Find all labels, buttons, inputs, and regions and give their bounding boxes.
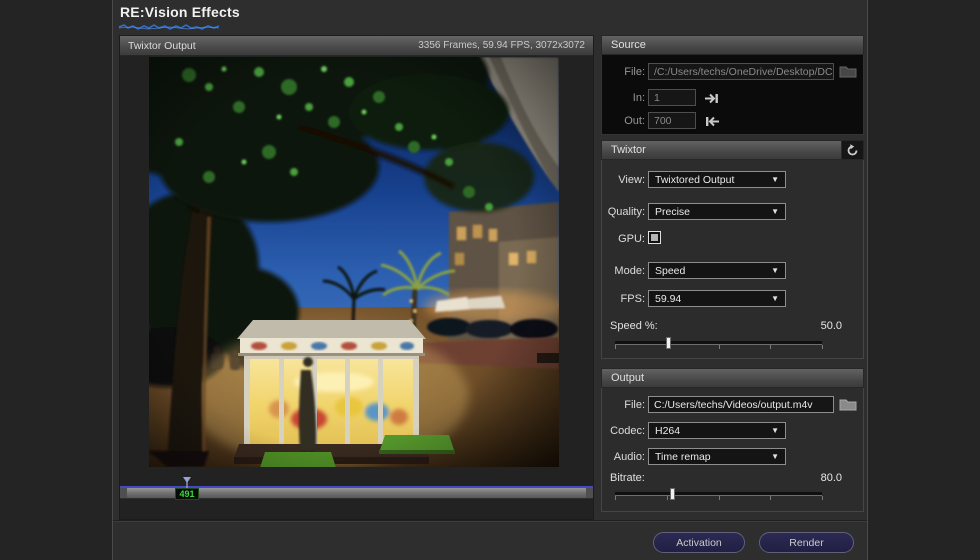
fps-label: FPS:	[602, 293, 645, 305]
output-file-value: C:/Users/techs/Videos/output.m4v	[654, 399, 813, 411]
output-group: Output File: C:/Users/techs/Videos/outpu…	[601, 368, 864, 512]
chevron-down-icon: ▼	[771, 208, 779, 216]
chevron-down-icon: ▼	[771, 427, 779, 435]
folder-icon	[839, 64, 857, 78]
quality-value: Precise	[655, 206, 690, 218]
speed-slider[interactable]	[615, 337, 822, 351]
twixtor-title: Twixtor	[611, 144, 646, 156]
speed-slider-handle[interactable]	[666, 337, 671, 349]
output-title: Output	[611, 372, 644, 384]
speed-value: 50.0	[821, 320, 842, 332]
source-in-label: In:	[602, 92, 645, 104]
codec-dropdown[interactable]: H264 ▼	[648, 422, 786, 439]
twixtor-reset-button[interactable]	[841, 141, 863, 159]
twixtor-header: Twixtor	[601, 140, 864, 160]
view-value: Twixtored Output	[655, 174, 734, 186]
app-window: RE:Vision Effects Twixtor Output 3356 Fr…	[112, 0, 868, 560]
source-file-label: File:	[602, 66, 645, 78]
gpu-checkbox[interactable]	[648, 231, 661, 244]
render-button[interactable]: Render	[759, 532, 854, 553]
source-out-value: 700	[654, 115, 672, 127]
output-header: Output	[601, 368, 864, 388]
source-browse-button[interactable]	[838, 63, 858, 79]
fps-value: 59.94	[655, 293, 681, 305]
codec-value: H264	[655, 425, 680, 437]
logo-underline-squiggle	[118, 23, 220, 31]
source-in-field[interactable]: 1	[648, 89, 696, 106]
bottom-bar: Activation Render	[113, 520, 867, 560]
source-file-field[interactable]: /C:/Users/techs/OneDrive/Desktop/DCIM/DJ…	[648, 63, 834, 80]
audio-label: Audio:	[602, 451, 645, 463]
activation-button[interactable]: Activation	[653, 532, 745, 553]
chevron-down-icon: ▼	[771, 453, 779, 461]
bitrate-label: Bitrate:	[610, 472, 645, 484]
speed-label: Speed %:	[610, 320, 658, 332]
preview-image	[149, 57, 559, 467]
chevron-down-icon: ▼	[771, 295, 779, 303]
folder-icon	[839, 397, 857, 411]
source-out-field[interactable]: 700	[648, 112, 696, 129]
output-file-field[interactable]: C:/Users/techs/Videos/output.m4v	[648, 396, 834, 413]
mode-value: Speed	[655, 265, 685, 277]
speed-slider-track[interactable]	[615, 341, 822, 344]
bitrate-value: 80.0	[821, 472, 842, 484]
preview-title: Twixtor Output	[128, 40, 196, 52]
bitrate-slider-track[interactable]	[615, 492, 822, 495]
view-dropdown[interactable]: Twixtored Output ▼	[648, 171, 786, 188]
bitrate-slider-handle[interactable]	[670, 488, 675, 500]
source-group: Source File: /C:/Users/techs/OneDrive/De…	[601, 35, 864, 135]
audio-dropdown[interactable]: Time remap ▼	[648, 448, 786, 465]
quality-dropdown[interactable]: Precise ▼	[648, 203, 786, 220]
quality-label: Quality:	[602, 206, 645, 218]
skip-to-out-icon	[704, 116, 720, 127]
mode-label: Mode:	[602, 265, 645, 277]
twixtor-group: Twixtor View: Twixtored Output ▼ Quality…	[601, 140, 864, 359]
fps-dropdown[interactable]: 59.94 ▼	[648, 290, 786, 307]
chevron-down-icon: ▼	[771, 267, 779, 275]
source-title: Source	[611, 39, 646, 51]
set-in-button[interactable]	[702, 90, 722, 106]
chevron-down-icon: ▼	[771, 176, 779, 184]
app-logo: RE:Vision Effects	[120, 4, 240, 20]
clip-info: 3356 Frames, 59.94 FPS, 3072x3072	[418, 40, 585, 51]
gpu-label: GPU:	[602, 233, 645, 245]
preview-titlebar: Twixtor Output 3356 Frames, 59.94 FPS, 3…	[120, 36, 593, 56]
audio-value: Time remap	[655, 451, 711, 463]
output-browse-button[interactable]	[838, 396, 858, 412]
reset-icon	[846, 144, 859, 157]
set-out-button[interactable]	[702, 113, 722, 129]
codec-label: Codec:	[602, 425, 645, 437]
bitrate-slider[interactable]	[615, 488, 822, 502]
source-in-value: 1	[654, 92, 660, 104]
output-file-label: File:	[602, 399, 645, 411]
skip-to-in-icon	[704, 93, 720, 104]
source-out-label: Out:	[602, 115, 645, 127]
playhead-frame-label: 491	[175, 488, 199, 500]
mode-dropdown[interactable]: Speed ▼	[648, 262, 786, 279]
source-header: Source	[601, 35, 864, 55]
night-square-scene	[149, 57, 559, 467]
view-label: View:	[602, 174, 645, 186]
source-file-value: /C:/Users/techs/OneDrive/Desktop/DCIM/DJ…	[654, 66, 834, 78]
preview-panel: Twixtor Output 3356 Frames, 59.94 FPS, 3…	[119, 35, 594, 520]
